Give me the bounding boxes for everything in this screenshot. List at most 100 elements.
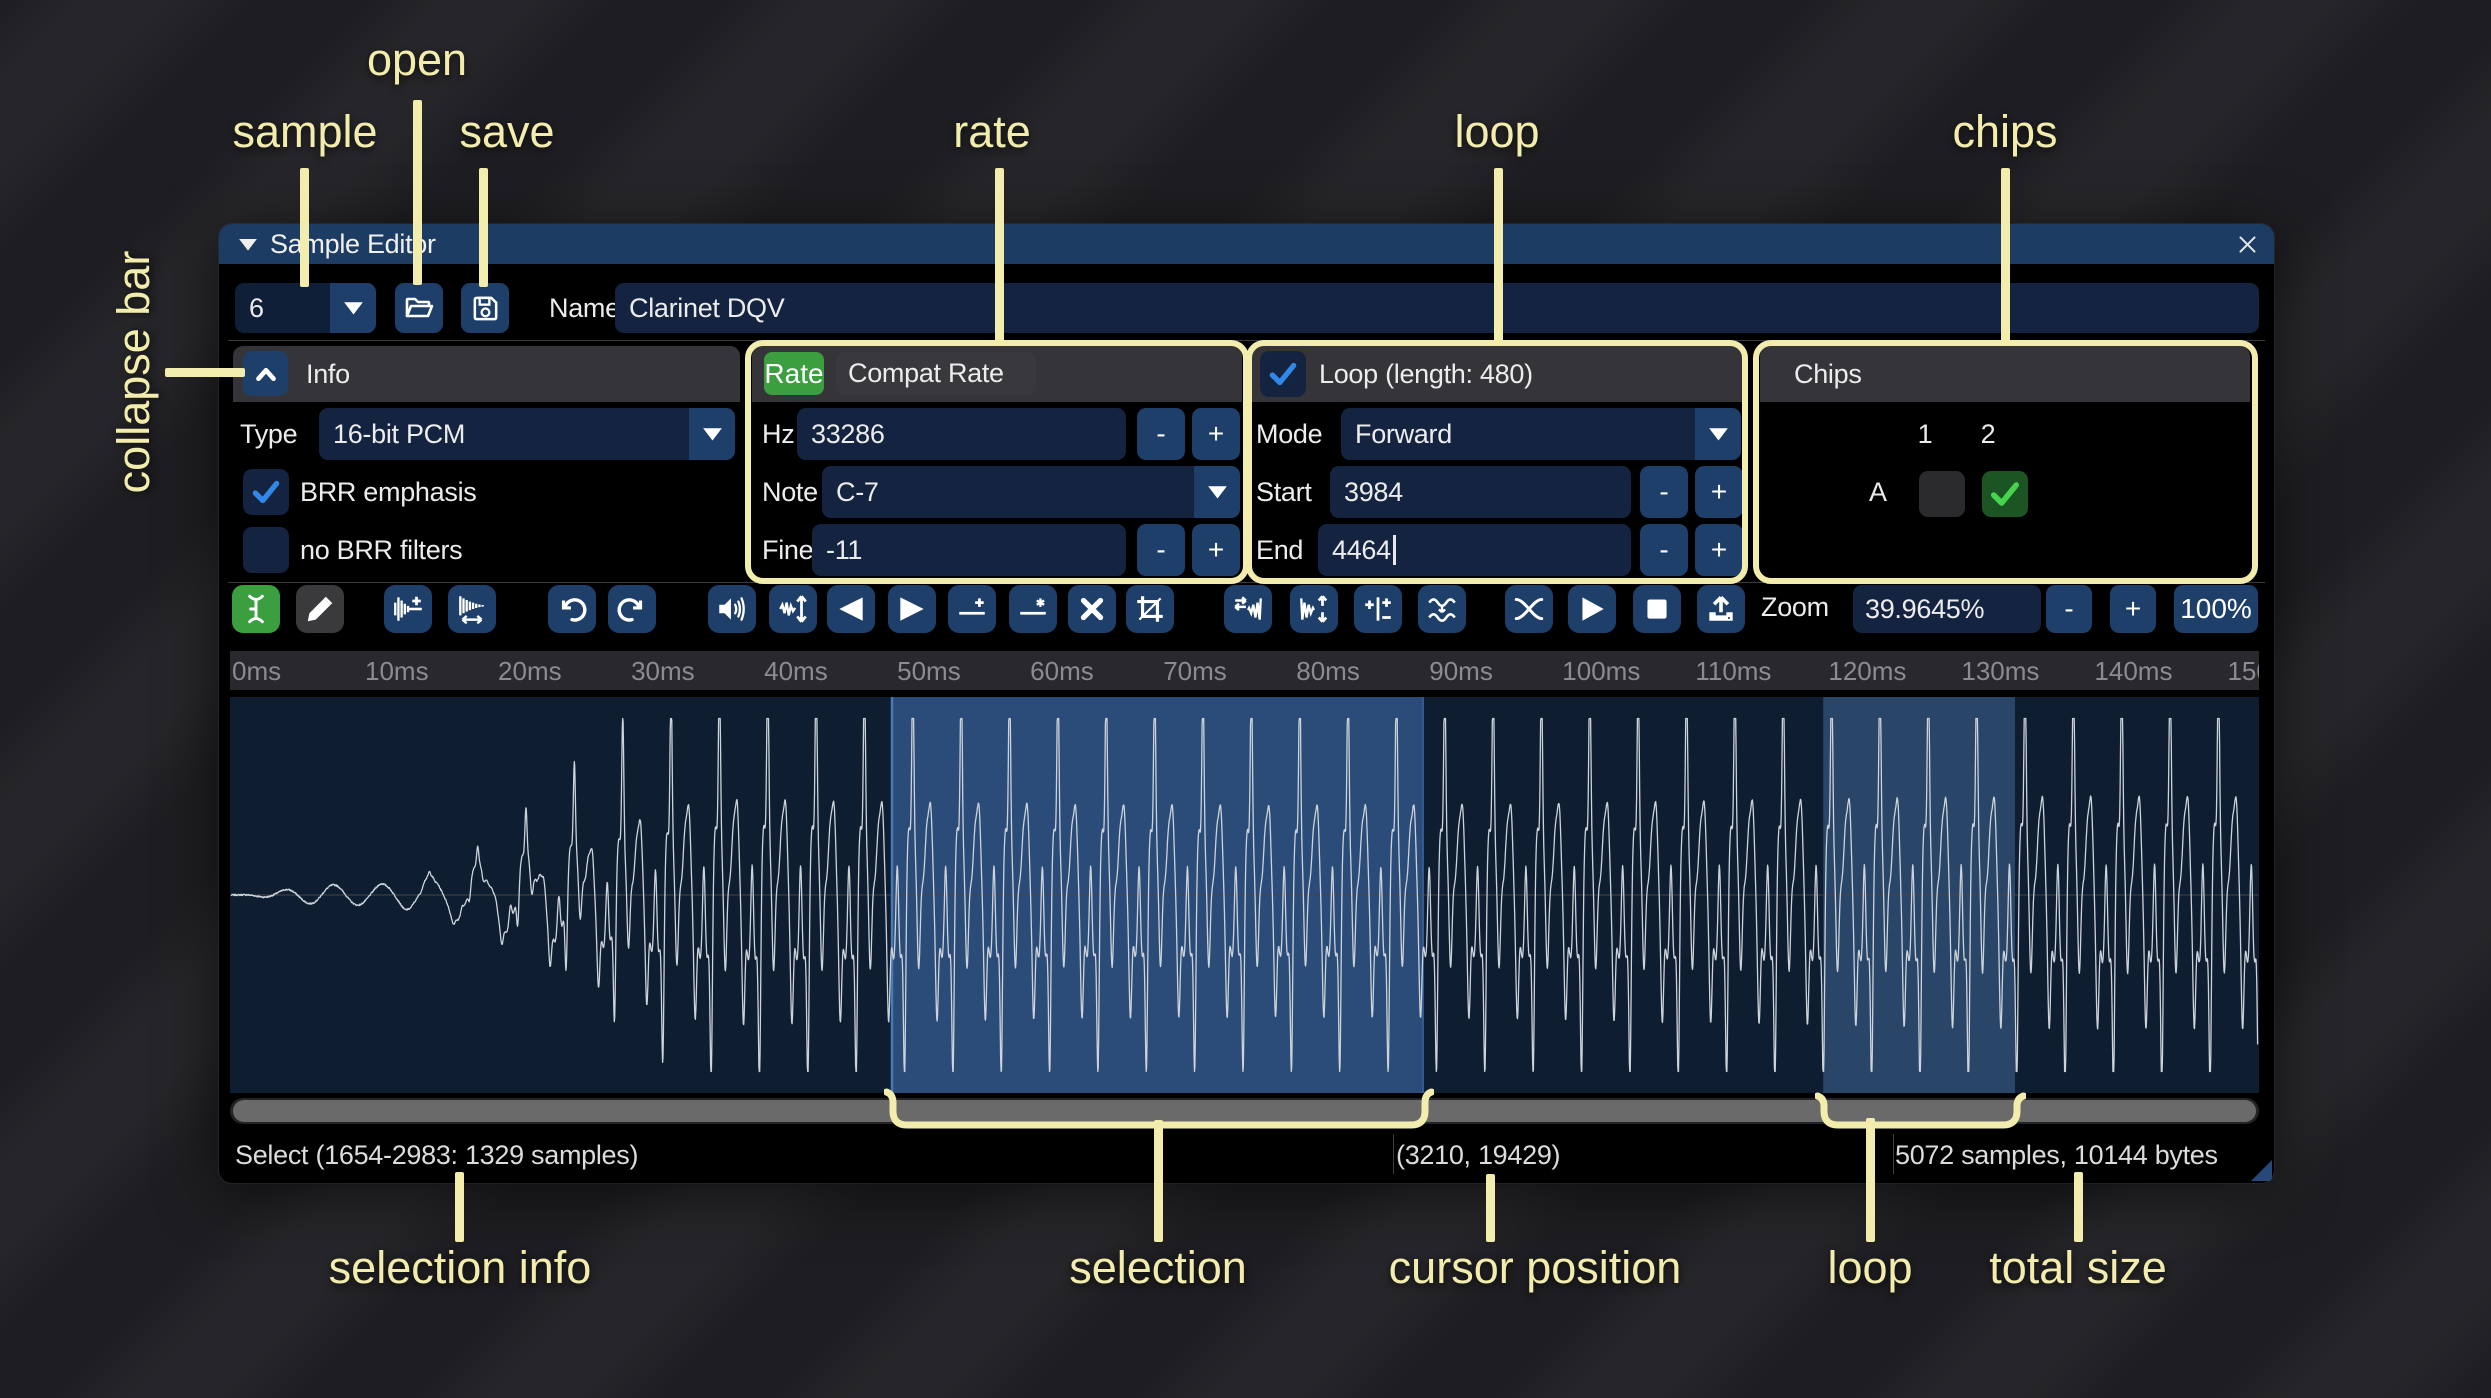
type-select-arrow[interactable] [689, 408, 735, 460]
annotation-rate: rate [953, 106, 1031, 157]
annotation-save: save [459, 106, 555, 157]
ruler-label: 60ms [1030, 656, 1094, 686]
ruler-label: 90ms [1429, 656, 1493, 686]
toolbar-edit-mode-select-button[interactable] [232, 585, 280, 633]
annotation-line-collapse-bar [165, 368, 245, 377]
name-input[interactable]: Clarinet DQV [615, 283, 2259, 333]
no-brr-filters-checkbox[interactable] [243, 527, 289, 573]
redo-icon [615, 592, 649, 626]
annotation-line-total-size [2074, 1172, 2083, 1242]
filter-icon [1425, 592, 1459, 626]
window-titlebar[interactable]: Sample Editor [219, 224, 2274, 264]
info-panel-title: Info [306, 359, 350, 389]
toolbar-make-instrument-button[interactable] [1697, 585, 1745, 633]
annotation-line-sample [300, 168, 309, 287]
zoom-reset-button[interactable]: 100% [2174, 585, 2258, 633]
toolbar-delete-button[interactable] [1068, 585, 1116, 633]
fade-out-icon [895, 592, 929, 626]
ruler-label: 70ms [1163, 656, 1227, 686]
annotation-total-size: total size [1989, 1242, 2167, 1293]
annotation-selection-info: selection info [328, 1242, 592, 1293]
toolbar-fade-in-button[interactable] [827, 585, 875, 633]
ruler-label: 110ms [1695, 656, 1772, 686]
sign-icon [1361, 592, 1395, 626]
annotation-line-save [479, 168, 488, 287]
zoom-out-button[interactable]: - [2046, 585, 2092, 633]
annotation-line-selection [1154, 1120, 1163, 1242]
ruler-label: 50ms [897, 656, 961, 686]
toolbar-amplify-button[interactable] [708, 585, 756, 633]
normalize-icon [776, 592, 810, 626]
status-cursor-position: (3210, 19429) [1396, 1140, 1561, 1170]
sample-select-arrow[interactable] [330, 283, 376, 333]
toolbar-normalize-button[interactable] [769, 585, 817, 633]
zoom-label: Zoom [1761, 592, 1829, 622]
wave-plus-icon [391, 592, 425, 626]
floppy-icon [470, 293, 501, 324]
ruler-label: 10ms [365, 656, 429, 686]
annotation-line-open [413, 100, 422, 285]
sample-number: 6 [249, 292, 264, 323]
name-label: Name [549, 293, 620, 323]
status-total-size: 5072 samples, 10144 bytes [1895, 1140, 2218, 1170]
annotation-open: open [366, 34, 468, 85]
annotation-line-cursor-position [1486, 1174, 1495, 1242]
status-separator [1393, 1134, 1394, 1174]
toolbar-preview-sample-button[interactable] [1568, 585, 1616, 633]
open-button[interactable] [395, 283, 443, 333]
annotation-line-loop-bottom [1866, 1118, 1875, 1242]
ruler-label: 80ms [1296, 656, 1360, 686]
window-collapse-icon[interactable] [237, 237, 259, 252]
toolbar-signed-unsigned-button[interactable] [1354, 585, 1402, 633]
invert-icon [1297, 592, 1331, 626]
toolbar-edit-mode-draw-button[interactable] [296, 585, 344, 633]
toolbar-resize-button[interactable] [384, 585, 432, 633]
stop-icon [1640, 592, 1674, 626]
annotation-bracket-selection [884, 1088, 1434, 1129]
reverse-icon [1231, 592, 1265, 626]
ruler-label: 30ms [631, 656, 695, 686]
silence-apply-icon [1016, 592, 1050, 626]
window-resize-grip[interactable] [2251, 1160, 2272, 1181]
ruler-label: 100ms [1562, 656, 1641, 686]
toolbar-undo-button[interactable] [548, 585, 596, 633]
waveform-display[interactable] [230, 697, 2259, 1093]
annotation-collapse-bar: collapse bar [108, 250, 159, 494]
play-icon [1575, 592, 1609, 626]
info-collapse-button[interactable] [243, 351, 288, 396]
toolbar-trim-button[interactable] [1126, 585, 1174, 633]
close-icon[interactable] [2235, 232, 2260, 257]
brr-emphasis-checkbox[interactable] [243, 469, 289, 515]
toolbar-invert-button[interactable] [1290, 585, 1338, 633]
annotation-selection: selection [1069, 1242, 1247, 1293]
type-select[interactable]: 16-bit PCM [319, 408, 735, 460]
zoom-input[interactable]: 39.9645% [1853, 585, 2041, 633]
caret-down-icon [702, 428, 722, 441]
name-value: Clarinet DQV [629, 292, 785, 323]
volume-icon [715, 592, 749, 626]
annotation-chips: chips [1952, 106, 2058, 157]
sample-select[interactable]: 6 [235, 283, 376, 333]
toolbar-stop-preview-button[interactable] [1633, 585, 1681, 633]
save-button[interactable] [461, 283, 509, 333]
toolbar-reverse-button[interactable] [1224, 585, 1272, 633]
toolbar-redo-button[interactable] [608, 585, 656, 633]
annotation-bracket-loop [1815, 1092, 2026, 1129]
toolbar-resample-button[interactable] [448, 585, 496, 633]
no-brr-filters-label: no BRR filters [300, 535, 463, 565]
ruler-label: 150ms [2227, 656, 2259, 686]
window-title: Sample Editor [270, 229, 436, 259]
chevron-up-icon [251, 359, 281, 389]
wave-stretch-icon [455, 592, 489, 626]
ruler-label: 40ms [764, 656, 828, 686]
zoom-in-button[interactable]: + [2110, 585, 2156, 633]
annotation-line-chips [2001, 168, 2010, 346]
toolbar-fade-out-button[interactable] [888, 585, 936, 633]
toolbar-insert-silence-button[interactable] [948, 585, 996, 633]
ruler-label: 20ms [498, 656, 562, 686]
crossfade-icon [1512, 592, 1546, 626]
timeline-ruler[interactable]: 0ms 10ms 20ms 30ms 40ms 50ms 60ms 70ms 80ms 90ms 1… [230, 651, 2259, 690]
toolbar-crossfade-loop-button[interactable] [1505, 585, 1553, 633]
toolbar-apply-silence-button[interactable] [1009, 585, 1057, 633]
toolbar-apply-filter-button[interactable] [1418, 585, 1466, 633]
